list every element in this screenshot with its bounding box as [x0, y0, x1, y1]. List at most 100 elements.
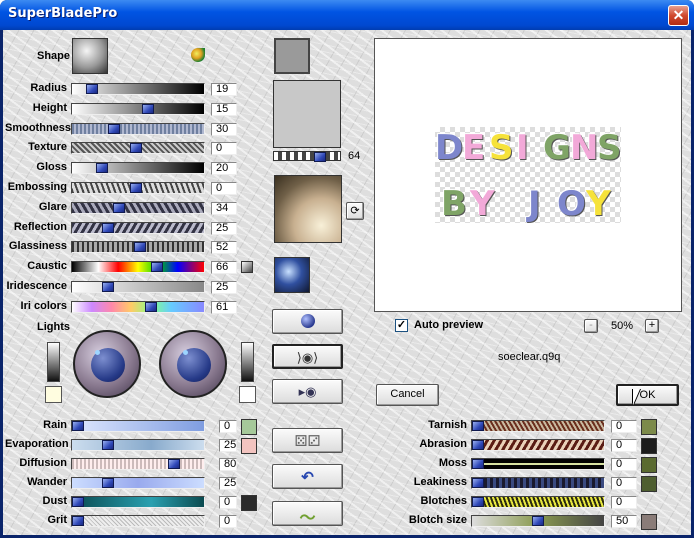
color-swatch[interactable]: [641, 438, 657, 454]
slider-thumb[interactable]: [145, 301, 157, 312]
material-slider[interactable]: [71, 102, 205, 115]
close-button[interactable]: ✕: [668, 5, 689, 26]
texture-preview[interactable]: [273, 80, 341, 148]
leaf-gem-icon[interactable]: [191, 48, 205, 62]
wave-button[interactable]: 〜: [272, 501, 343, 527]
slider-value: 80: [219, 458, 237, 471]
play-forward-button[interactable]: ⟩◉⟩: [272, 344, 343, 369]
slider-thumb[interactable]: [108, 123, 120, 134]
sphere-icon: [300, 314, 315, 328]
slider-label: Iridescence: [6, 280, 67, 292]
slider-value: 25: [211, 221, 237, 235]
material-slider[interactable]: [71, 281, 205, 293]
cd-play-icon: ⟩◉⟩: [296, 350, 319, 365]
slider-thumb[interactable]: [472, 497, 484, 507]
play-back-button[interactable]: ▸◉: [272, 379, 343, 404]
slider-thumb[interactable]: [102, 478, 114, 488]
slider-thumb[interactable]: [472, 421, 484, 431]
zoom-in-button[interactable]: +: [645, 319, 659, 333]
light-right-intensity-slider[interactable]: [241, 342, 254, 382]
slider-thumb[interactable]: [72, 516, 84, 526]
slider-label: Wander: [27, 476, 67, 488]
caustic-color-swatch[interactable]: [241, 261, 253, 274]
reflection-map-preview[interactable]: [274, 257, 310, 293]
slider-thumb[interactable]: [96, 163, 108, 174]
slider-thumb[interactable]: [102, 440, 114, 450]
slider-thumb[interactable]: [102, 222, 114, 233]
material-slider[interactable]: [71, 221, 205, 234]
slider-thumb[interactable]: [472, 440, 484, 450]
slider-thumb[interactable]: [532, 516, 544, 526]
light-knob-right[interactable]: [159, 330, 227, 398]
slider-thumb[interactable]: [130, 143, 142, 154]
slider-label: Leakiness: [413, 476, 467, 488]
weathering-slider[interactable]: [71, 496, 205, 508]
slider-thumb[interactable]: [86, 84, 98, 94]
slider-thumb[interactable]: [72, 497, 84, 507]
surface-slider[interactable]: [471, 496, 605, 508]
lights-label: Lights: [37, 321, 70, 333]
weathering-slider[interactable]: [71, 420, 205, 432]
material-slider[interactable]: [71, 201, 205, 214]
surface-slider[interactable]: [471, 515, 605, 527]
undo-button[interactable]: ↶: [272, 464, 343, 489]
light-knob-left[interactable]: [73, 330, 141, 398]
rotate-environment-button[interactable]: ⟳: [346, 202, 364, 220]
material-slider[interactable]: [71, 261, 205, 274]
slider-thumb[interactable]: [168, 459, 180, 469]
color-swatch-button[interactable]: [274, 38, 310, 74]
preview-letter: J: [528, 184, 542, 224]
environment-map-preview[interactable]: [274, 175, 342, 243]
ok-button[interactable]: OK: [616, 384, 679, 406]
material-slider[interactable]: [71, 162, 205, 175]
slider-thumb[interactable]: [130, 183, 142, 193]
light-left-color-swatch[interactable]: [45, 386, 62, 403]
slider-thumb[interactable]: [151, 262, 163, 273]
slider-thumb[interactable]: [102, 282, 114, 292]
color-swatch[interactable]: [641, 514, 657, 530]
material-slider[interactable]: [71, 142, 205, 155]
color-swatch[interactable]: [241, 419, 257, 435]
slider-thumb[interactable]: [142, 103, 154, 114]
slider-thumb[interactable]: [472, 478, 484, 488]
weathering-slider[interactable]: [71, 515, 205, 527]
zoom-out-button[interactable]: -: [584, 319, 598, 333]
color-swatch[interactable]: [641, 476, 657, 492]
light-right-color-swatch[interactable]: [239, 386, 256, 403]
slider-thumb[interactable]: [472, 459, 484, 469]
auto-preview-checkbox[interactable]: ✓: [395, 319, 408, 332]
material-slider[interactable]: [71, 300, 205, 313]
slider-label: Moss: [438, 457, 467, 469]
texture-opacity-value: 64: [348, 150, 361, 162]
material-slider[interactable]: [71, 122, 205, 135]
color-swatch[interactable]: [641, 419, 657, 435]
light-left-intensity-slider[interactable]: [47, 342, 60, 382]
cancel-button[interactable]: Cancel: [376, 384, 439, 406]
shape-sphere-button[interactable]: [72, 38, 108, 74]
material-slider[interactable]: [71, 182, 205, 194]
wave-icon: 〜: [299, 510, 316, 527]
color-swatch[interactable]: [241, 495, 257, 511]
texture-opacity-slider[interactable]: [273, 151, 341, 162]
color-swatch[interactable]: [241, 438, 257, 454]
slider-thumb[interactable]: [72, 421, 84, 431]
material-slider[interactable]: [71, 83, 205, 95]
material-slider[interactable]: [71, 241, 205, 254]
weathering-slider[interactable]: [71, 458, 205, 470]
preview-letter: B: [441, 184, 468, 224]
surface-slider[interactable]: [471, 439, 605, 451]
color-swatch[interactable]: [641, 457, 657, 473]
sphere-preview-button[interactable]: [272, 309, 343, 334]
weathering-slider[interactable]: [71, 477, 205, 489]
title-bar[interactable]: SuperBladePro ✕: [0, 0, 694, 30]
slider-thumb[interactable]: [113, 202, 125, 213]
surface-slider[interactable]: [471, 420, 605, 432]
slider-value: 15: [211, 102, 237, 116]
weathering-slider[interactable]: [71, 439, 205, 451]
surface-slider[interactable]: [471, 458, 605, 470]
surface-slider[interactable]: [471, 477, 605, 489]
randomize-dice-button[interactable]: ⚄⚂: [272, 428, 343, 453]
preview-letter: S: [597, 128, 623, 168]
texture-opacity-thumb[interactable]: [314, 152, 326, 162]
slider-thumb[interactable]: [134, 242, 146, 253]
